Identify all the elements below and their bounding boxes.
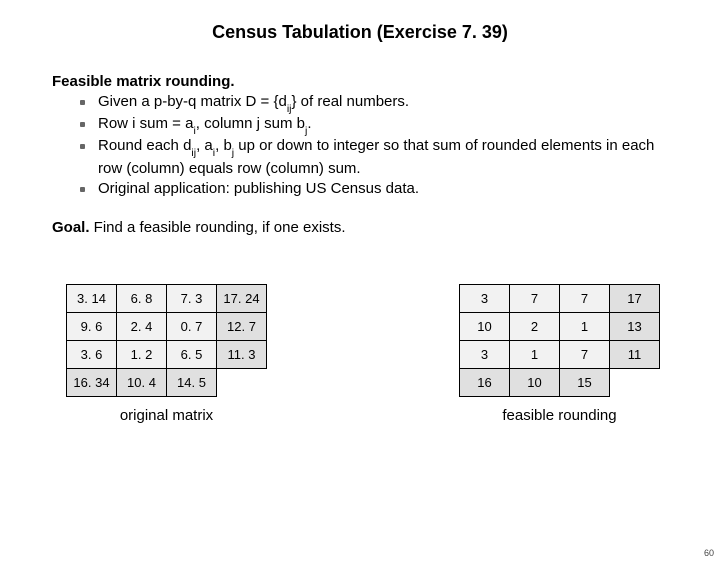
table-cell-total: 11. 3 [217,341,267,369]
table-cell: 10 [460,313,510,341]
table-cell: 2 [510,313,560,341]
table-cell: 7 [510,285,560,313]
table-cell-total: 14. 5 [167,369,217,397]
table-cell: 0. 7 [167,313,217,341]
table-cell-empty [217,369,267,397]
tables-row: 3. 14 6. 8 7. 3 17. 24 9. 6 2. 4 0. 7 12… [0,284,720,424]
table-cell: 2. 4 [117,313,167,341]
table-row: 3 7 7 17 [460,285,660,313]
table-cell: 1 [560,313,610,341]
table-cell: 1 [510,341,560,369]
bullet-list: Given a p-by-q matrix D = {dij} of real … [52,92,680,199]
table-cell: 3. 6 [67,341,117,369]
slide-title: Census Tabulation (Exercise 7. 39) [0,22,720,43]
table-cell-total: 11 [610,341,660,369]
original-matrix-caption: original matrix [120,407,213,424]
table-cell-total: 16 [460,369,510,397]
table-cell: 3 [460,285,510,313]
section-heading: Feasible matrix rounding. [52,73,680,90]
table-cell: 9. 6 [67,313,117,341]
table-cell: 6. 8 [117,285,167,313]
table-row: 9. 6 2. 4 0. 7 12. 7 [67,313,267,341]
feasible-rounding-caption: feasible rounding [502,407,616,424]
content-block: Feasible matrix rounding. Given a p-by-q… [52,73,680,236]
table-row: 16. 34 10. 4 14. 5 [67,369,267,397]
table-cell-total: 10 [510,369,560,397]
table-cell-empty [610,369,660,397]
table-cell: 6. 5 [167,341,217,369]
feasible-rounding-table: 3 7 7 17 10 2 1 13 3 1 7 11 16 10 15 [459,284,660,397]
table-row: 3. 6 1. 2 6. 5 11. 3 [67,341,267,369]
table-cell: 7 [560,341,610,369]
table-cell: 3 [460,341,510,369]
table-cell: 3. 14 [67,285,117,313]
table-row: 3 1 7 11 [460,341,660,369]
table-cell-total: 12. 7 [217,313,267,341]
page-number: 60 [704,548,714,558]
bullet-item: Original application: publishing US Cens… [80,179,680,199]
table-cell-total: 13 [610,313,660,341]
table-cell: 7. 3 [167,285,217,313]
table-cell-total: 16. 34 [67,369,117,397]
bullet-item: Round each dij, ai, bj up or down to int… [80,136,680,178]
original-matrix-table: 3. 14 6. 8 7. 3 17. 24 9. 6 2. 4 0. 7 12… [66,284,267,397]
bullet-item: Row i sum = ai, column j sum bj. [80,114,680,136]
table-cell-total: 10. 4 [117,369,167,397]
table-row: 16 10 15 [460,369,660,397]
bullet-item: Given a p-by-q matrix D = {dij} of real … [80,92,680,114]
original-matrix-block: 3. 14 6. 8 7. 3 17. 24 9. 6 2. 4 0. 7 12… [66,284,267,424]
table-row: 3. 14 6. 8 7. 3 17. 24 [67,285,267,313]
goal-line: Goal. Find a feasible rounding, if one e… [52,219,680,236]
table-cell: 7 [560,285,610,313]
feasible-rounding-block: 3 7 7 17 10 2 1 13 3 1 7 11 16 10 15 [459,284,660,424]
table-cell-total: 15 [560,369,610,397]
table-cell-total: 17 [610,285,660,313]
table-cell: 1. 2 [117,341,167,369]
table-row: 10 2 1 13 [460,313,660,341]
table-cell-total: 17. 24 [217,285,267,313]
